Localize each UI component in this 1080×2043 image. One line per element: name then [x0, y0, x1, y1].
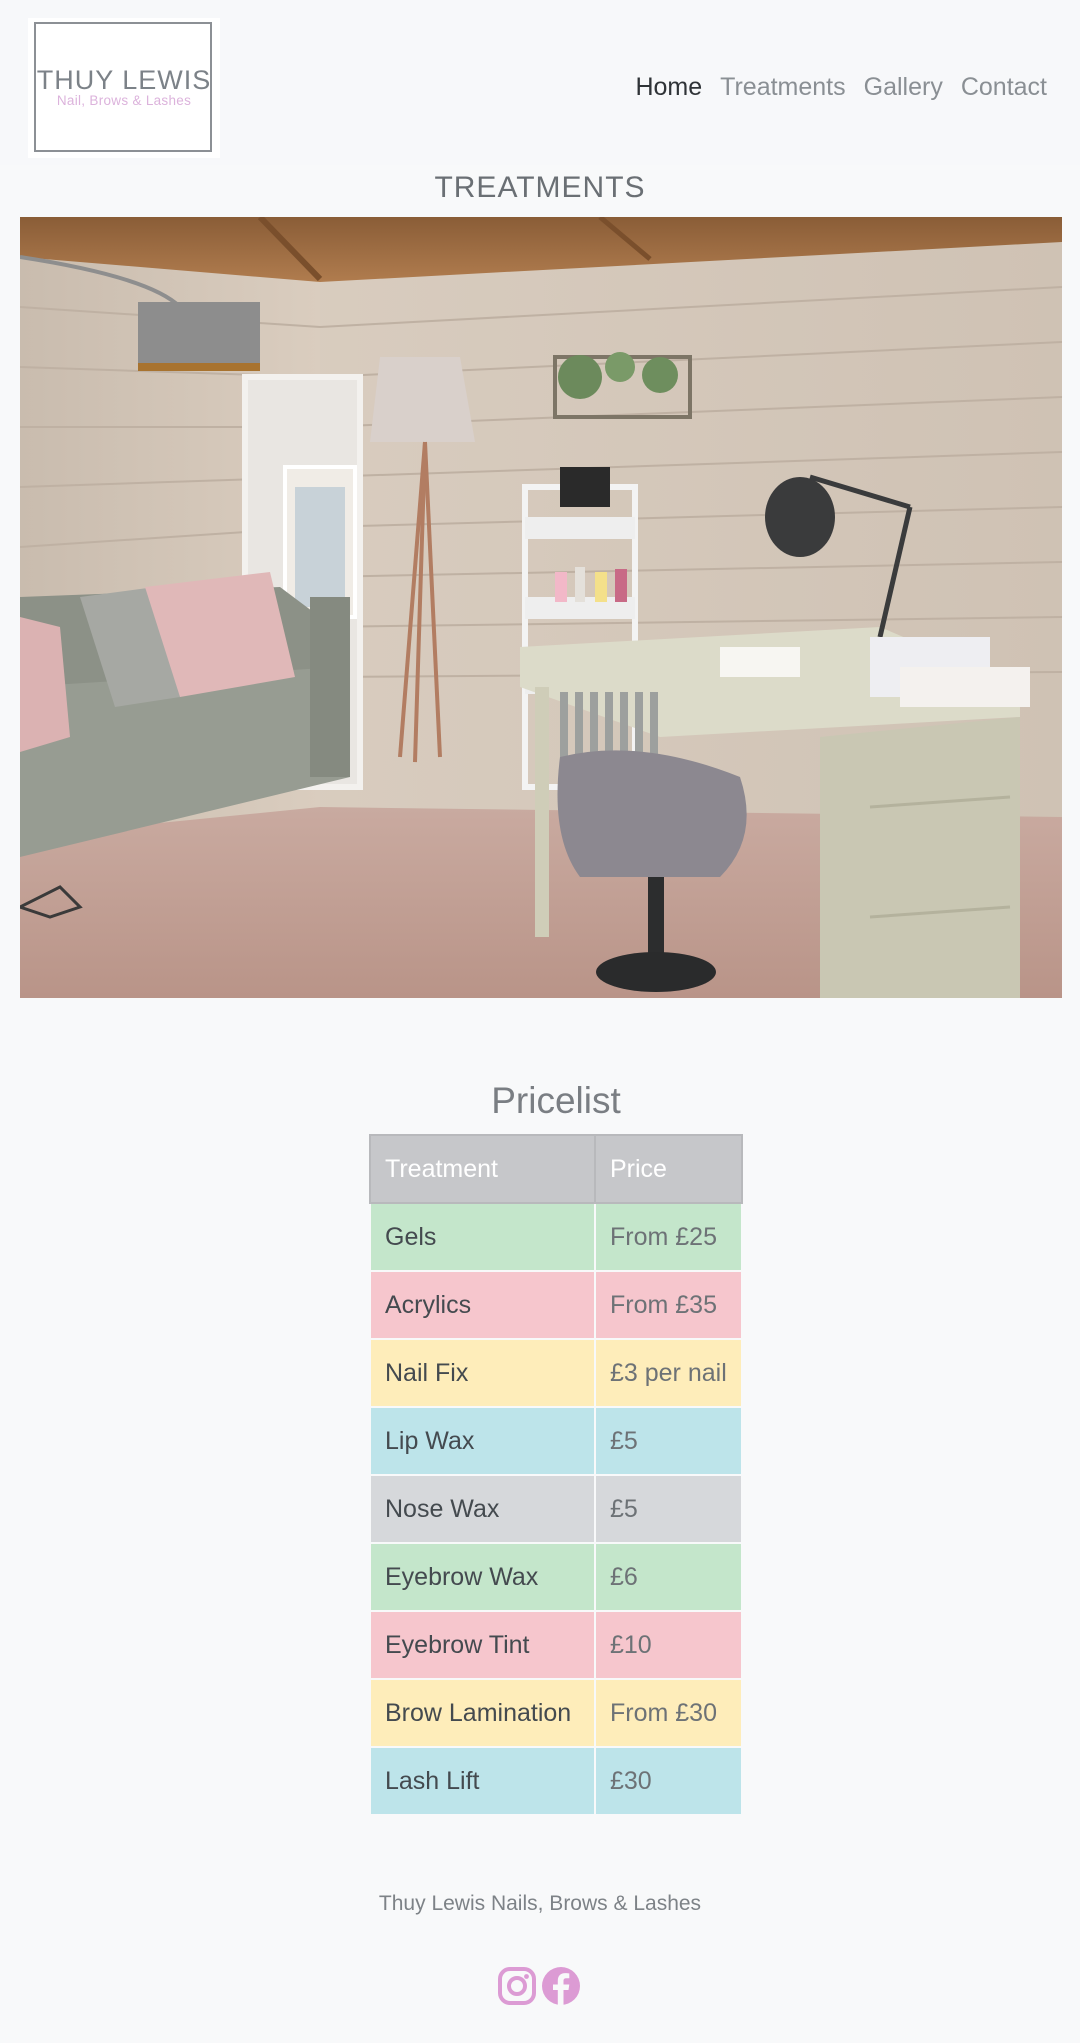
- nav-home[interactable]: Home: [635, 70, 702, 104]
- treatment-cell: Nail Fix: [369, 1338, 596, 1408]
- treatment-cell: Lash Lift: [369, 1746, 596, 1816]
- table-row: Lip Wax £5: [369, 1406, 743, 1476]
- footer-business-name: Thuy Lewis Nails, Brows & Lashes: [378, 1892, 702, 1915]
- price-cell: £5: [594, 1406, 743, 1476]
- price-cell: £5: [594, 1474, 743, 1544]
- header-price: Price: [594, 1134, 743, 1204]
- price-cell: £30: [594, 1746, 743, 1816]
- table-row: Lash Lift £30: [369, 1746, 743, 1816]
- table-row: Gels From £25: [369, 1202, 743, 1272]
- treatment-cell: Lip Wax: [369, 1406, 596, 1476]
- main-nav: Home Treatments Gallery Contact: [635, 70, 1047, 104]
- instagram-icon[interactable]: [497, 1965, 537, 2007]
- nav-contact[interactable]: Contact: [961, 70, 1047, 104]
- salon-room-photo: [20, 217, 1062, 998]
- logo[interactable]: THUY LEWIS Nail, Brows & Lashes: [28, 18, 220, 158]
- pricelist-title: Pricelist: [491, 1080, 621, 1121]
- treatment-cell: Nose Wax: [369, 1474, 596, 1544]
- price-cell: From £35: [594, 1270, 743, 1340]
- page-title: TREATMENTS: [434, 171, 646, 204]
- table-row: Eyebrow Wax £6: [369, 1542, 743, 1612]
- treatment-cell: Acrylics: [369, 1270, 596, 1340]
- price-cell: £10: [594, 1610, 743, 1680]
- table-row: Nail Fix £3 per nail: [369, 1338, 743, 1408]
- treatment-cell: Gels: [369, 1202, 596, 1272]
- nav-gallery[interactable]: Gallery: [864, 70, 943, 104]
- facebook-icon[interactable]: [541, 1965, 581, 2007]
- treatment-cell: Eyebrow Wax: [369, 1542, 596, 1612]
- social-links: [497, 1965, 581, 2007]
- table-row: Acrylics From £35: [369, 1270, 743, 1340]
- price-cell: £3 per nail: [594, 1338, 743, 1408]
- treatment-cell: Brow Lamination: [369, 1678, 596, 1748]
- pricelist-table: Treatment Price Gels From £25 Acrylics F…: [369, 1134, 743, 1816]
- logo-subtitle: Nail, Brows & Lashes: [56, 93, 192, 108]
- logo-title: THUY LEWIS: [36, 65, 212, 95]
- table-row: Nose Wax £5: [369, 1474, 743, 1544]
- nav-treatments[interactable]: Treatments: [720, 70, 846, 104]
- price-cell: £6: [594, 1542, 743, 1612]
- price-cell: From £25: [594, 1202, 743, 1272]
- price-cell: From £30: [594, 1678, 743, 1748]
- treatment-cell: Eyebrow Tint: [369, 1610, 596, 1680]
- table-row: Eyebrow Tint £10: [369, 1610, 743, 1680]
- table-header-row: Treatment Price: [369, 1134, 743, 1204]
- table-row: Brow Lamination From £30: [369, 1678, 743, 1748]
- site-header: THUY LEWIS Nail, Brows & Lashes Home Tre…: [0, 0, 1080, 165]
- header-treatment: Treatment: [369, 1134, 596, 1204]
